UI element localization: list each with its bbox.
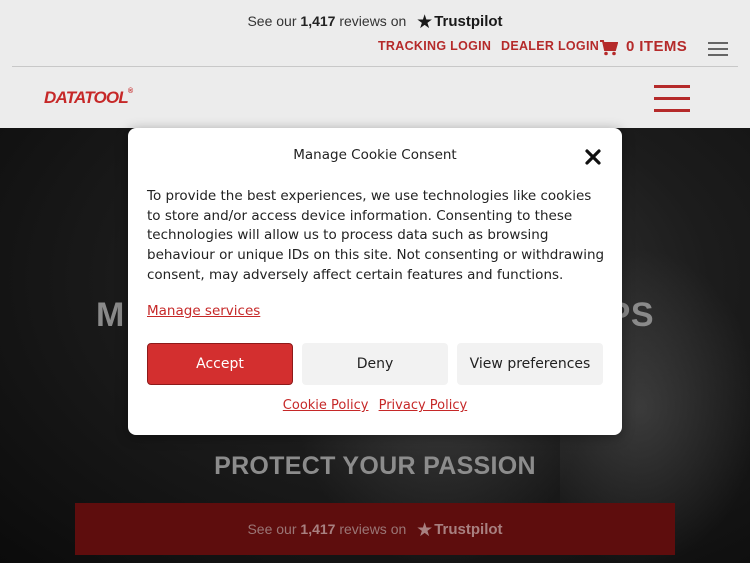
view-preferences-button[interactable]: View preferences (457, 343, 603, 385)
deny-button[interactable]: Deny (302, 343, 448, 385)
site-header: See our 1,417 reviews on ★Trustpilot TRA… (0, 0, 750, 128)
main-menu-hamburger-icon[interactable] (654, 85, 690, 113)
dialog-title: Manage Cookie Consent (293, 147, 457, 163)
privacy-policy-link[interactable]: Privacy Policy (379, 398, 468, 413)
hero-subheading: PROTECT YOUR PASSION (214, 452, 536, 480)
trustpilot-widget-bottom[interactable]: See our 1,417 reviews on ★Trustpilot (75, 503, 675, 555)
datatool-logo[interactable]: DATATOOL® (44, 88, 133, 108)
cart-icon[interactable] (600, 40, 618, 56)
trustpilot-prefix: See our (247, 13, 297, 29)
policy-links: Cookie Policy Privacy Policy (128, 398, 622, 413)
trustpilot-review-count: 1,417 (300, 13, 336, 29)
trustpilot-brand: Trustpilot (434, 13, 503, 30)
trustpilot-widget-top[interactable]: See our 1,417 reviews on ★Trustpilot (0, 10, 750, 33)
cookie-policy-link[interactable]: Cookie Policy (283, 398, 369, 413)
hamburger-menu-icon[interactable] (708, 42, 728, 56)
accept-button[interactable]: Accept (147, 343, 293, 385)
dealer-login-link[interactable]: DEALER LOGIN (501, 39, 599, 53)
header-divider (12, 66, 738, 67)
cookie-consent-dialog: Manage Cookie Consent To provide the bes… (128, 128, 622, 435)
cart-item-count[interactable]: 0 ITEMS (626, 38, 687, 55)
dialog-body-text: To provide the best experiences, we use … (147, 188, 605, 283)
manage-services-link[interactable]: Manage services (147, 303, 260, 319)
close-icon[interactable] (583, 147, 603, 167)
trustpilot-suffix: reviews on (339, 13, 407, 29)
trustpilot-star-icon: ★ (416, 12, 434, 33)
trustpilot-star-icon: ★ (416, 520, 434, 541)
tracking-login-link[interactable]: TRACKING LOGIN (378, 39, 491, 53)
